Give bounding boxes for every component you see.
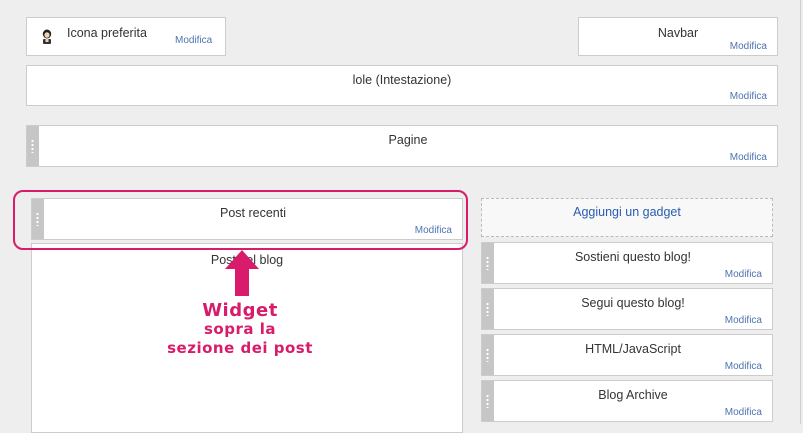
widget-title: HTML/JavaScript <box>585 342 681 356</box>
highlight-frame <box>13 190 468 250</box>
pages-widget[interactable]: Pagine Modifica <box>26 125 778 167</box>
widget-title: Pagine <box>388 133 428 147</box>
up-arrow-icon <box>225 250 259 296</box>
drag-handle-icon[interactable] <box>27 126 39 166</box>
add-gadget-button[interactable]: Aggiungi un gadget <box>481 198 773 237</box>
drag-handle-icon[interactable] <box>482 243 494 283</box>
favicon-widget[interactable]: Icona preferita Modifica <box>26 17 226 56</box>
gadget-edit-link[interactable]: Modifica <box>725 407 762 418</box>
gadget-edit-link[interactable]: Modifica <box>725 269 762 280</box>
avatar-icon <box>42 29 52 44</box>
annotation-line1: Widget <box>202 300 278 321</box>
widget-title: Navbar <box>657 26 699 40</box>
annotation-line2: sopra la <box>204 320 276 338</box>
sidebar-gadget-support[interactable]: Sostieni questo blog! Modifica <box>481 242 773 284</box>
sidebar-gadget-html[interactable]: HTML/JavaScript Modifica <box>481 334 773 376</box>
pages-edit-link[interactable]: Modifica <box>730 152 767 163</box>
drag-handle-icon[interactable] <box>482 289 494 329</box>
navbar-edit-link[interactable]: Modifica <box>730 41 767 52</box>
widget-title: lole (Intestazione) <box>352 73 452 87</box>
sidebar-gadget-archive[interactable]: Blog Archive Modifica <box>481 380 773 422</box>
navbar-widget[interactable]: Navbar Modifica <box>578 17 778 56</box>
annotation-line3: sezione dei post <box>167 339 313 357</box>
header-widget[interactable]: lole (Intestazione) Modifica <box>26 65 778 106</box>
header-edit-link[interactable]: Modifica <box>730 91 767 102</box>
gadget-edit-link[interactable]: Modifica <box>725 361 762 372</box>
widget-title: Sostieni questo blog! <box>574 250 692 264</box>
sidebar-gadget-follow[interactable]: Segui questo blog! Modifica <box>481 288 773 330</box>
widget-title: Blog Archive <box>598 388 668 402</box>
widget-title: Segui questo blog! <box>581 296 685 310</box>
gadget-edit-link[interactable]: Modifica <box>725 315 762 326</box>
widget-title: Icona preferita <box>67 26 147 40</box>
annotation-text: Widget sopra la sezione dei post <box>140 301 340 358</box>
drag-handle-icon[interactable] <box>482 335 494 375</box>
drag-handle-icon[interactable] <box>482 381 494 421</box>
favicon-edit-link[interactable]: Modifica <box>175 35 212 46</box>
